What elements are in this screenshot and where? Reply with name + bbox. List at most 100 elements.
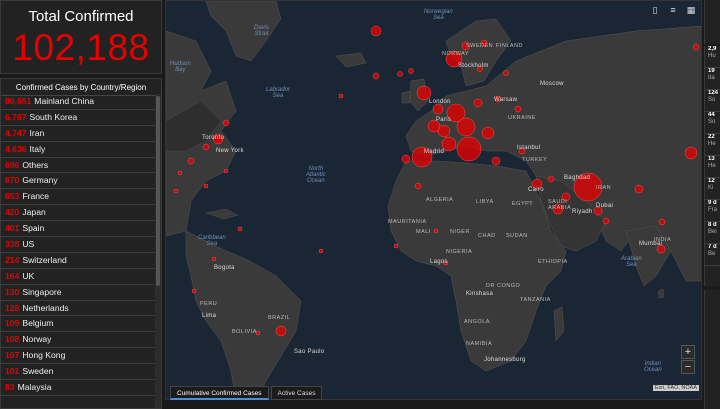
list-item[interactable]: 670 Germany [1, 173, 157, 190]
label-stockholm: Stockholm [458, 63, 489, 69]
country-name: Hong Kong [22, 350, 66, 361]
list-item[interactable]: 401 Spain [1, 221, 157, 238]
list-item[interactable]: 8 d Bei [705, 222, 720, 244]
list-item[interactable]: 12 Ki [705, 178, 720, 200]
list-item[interactable]: 7 d Be [705, 244, 720, 266]
label-warsaw: Warsaw [494, 97, 518, 103]
case-count: 80,651 [5, 96, 32, 106]
tab-active-cases[interactable]: Active Cases [270, 386, 323, 400]
list-item[interactable]: 4,747 Iran [1, 126, 157, 142]
list-item[interactable]: 164 UK [1, 269, 157, 285]
list-item[interactable]: 44 So [705, 112, 720, 134]
list-item[interactable]: 108 Norway [1, 332, 157, 349]
label-libya: LIBYA [476, 199, 494, 205]
row-label: Ita [708, 75, 715, 81]
zoom-in-button[interactable]: + [681, 345, 695, 359]
list-item[interactable]: 653 France [1, 189, 157, 206]
country-list[interactable]: 80,651 Mainland China 6,767 South Korea 4,74… [1, 94, 157, 408]
label-norwegian-sea: Norwegian Sea [424, 9, 453, 21]
case-count: 130 [5, 286, 20, 297]
label-lagos: Lagos [430, 259, 448, 265]
row-value: 22 [708, 134, 715, 140]
row-value: 124 [708, 90, 719, 96]
map-attribution: Esri, FAO, NOAA [652, 385, 699, 391]
list-item[interactable]: 9 d Fra [705, 200, 720, 222]
right-header-panel [704, 0, 720, 44]
dashboard: Total Confirmed 102,188 Confirmed Cases … [0, 0, 720, 409]
row-value: 8 d [708, 222, 717, 228]
list-item[interactable]: 80,651 Mainland China [1, 94, 157, 110]
right-bottom-panel [704, 290, 720, 409]
row-value: 19 [708, 68, 715, 74]
label-north-atlantic: North Atlantic Ocean [306, 166, 326, 184]
cases-by-country-panel: Confirmed Cases by Country/Region 80,651… [0, 78, 162, 409]
label-chad: CHAD [478, 233, 496, 239]
list-item[interactable]: 4,636 Italy [1, 142, 157, 158]
label-johannesburg: Johannesburg [484, 357, 526, 363]
world-map[interactable]: Davis Strait Norwegian Sea Hudson Bay La… [165, 0, 702, 400]
country-name: Belgium [22, 318, 54, 329]
right-list-panel[interactable]: 2,9 Hu 19 Ita 124 So 44 So 22 He 13 He 12 Ki 9 d Fra 8 d… [704, 46, 720, 286]
list-item[interactable]: 109 Belgium [1, 316, 157, 333]
tab-cumulative-confirmed[interactable]: Cumulative Confirmed Cases [170, 386, 269, 400]
case-count: 214 [5, 254, 20, 265]
list-item[interactable]: 83 Malaysia [1, 380, 157, 396]
list-item[interactable]: 101 Sweden [1, 364, 157, 381]
label-norway: NORWAY [442, 51, 470, 57]
scroll-thumb[interactable] [156, 96, 160, 286]
list-item[interactable]: 22 He [705, 134, 720, 156]
list-item[interactable]: 696 Others [1, 158, 157, 174]
grid-icon[interactable]: ▦ [685, 4, 697, 16]
label-hudson-bay: Hudson Bay [170, 61, 191, 73]
row-label: He [708, 141, 716, 147]
country-name: Japan [22, 207, 46, 218]
label-saudi-arabia: SAUDI ARABIA [548, 199, 572, 211]
total-confirmed-value: 102,188 [12, 27, 150, 68]
map-tabs: Cumulative Confirmed Cases Active Cases [170, 386, 324, 400]
list-item[interactable]: 130 Singapore [1, 285, 157, 301]
label-riyadh: Riyadh [572, 209, 593, 215]
case-count: 696 [5, 159, 20, 170]
label-istanbul: Istanbul [517, 145, 541, 151]
label-nigeria: NIGERIA [446, 249, 473, 255]
label-ethiopia: ETHIOPIA [538, 259, 568, 265]
country-name: Mainland China [34, 96, 95, 106]
list-item[interactable]: 128 Netherlands [1, 301, 157, 317]
list-item[interactable]: 124 So [705, 90, 720, 112]
row-label: So [708, 119, 716, 125]
bookmark-icon[interactable]: ▯ [649, 4, 661, 16]
country-name: Sweden [22, 366, 54, 377]
list-item[interactable]: 6,767 South Korea [1, 110, 157, 126]
list-icon[interactable]: ≡ [667, 4, 679, 16]
case-count: 420 [5, 207, 20, 218]
zoom-out-button[interactable]: − [681, 360, 695, 374]
label-tanzania: TANZANIA [520, 297, 551, 303]
label-davis-strait: Davis Strait [254, 25, 270, 37]
case-count: 338 [5, 239, 20, 250]
label-sudan: SUDAN [506, 233, 528, 239]
row-label: Hu [708, 53, 716, 59]
list-item[interactable]: 214 Switzerland [1, 253, 157, 269]
country-name: Germany [22, 175, 58, 186]
case-count: 107 [5, 350, 20, 361]
country-name: Iran [29, 127, 45, 138]
label-iran: IRAN [596, 185, 612, 191]
label-india: INDIA [654, 237, 672, 243]
list-item[interactable]: 2,9 Hu [705, 46, 720, 68]
label-paris: Paris [436, 117, 452, 123]
list-item[interactable]: 19 Ita [705, 68, 720, 90]
row-label: Fra [708, 207, 717, 213]
list-item[interactable]: 338 US [1, 237, 157, 253]
list-item[interactable]: 107 Hong Kong [1, 348, 157, 365]
label-bolivia: BOLIVIA [232, 329, 257, 335]
label-moscow: Moscow [540, 81, 564, 87]
label-sweden: SWEDEN [466, 43, 494, 49]
row-label: So [708, 97, 716, 103]
label-baghdad: Baghdad [564, 175, 591, 181]
list-item[interactable]: 13 He [705, 156, 720, 178]
list-item[interactable]: 420 Japan [1, 205, 157, 222]
label-lima: Lima [202, 313, 217, 319]
case-count: 101 [5, 366, 20, 377]
list-scrollbar[interactable] [155, 94, 161, 408]
country-name: UK [22, 270, 35, 281]
